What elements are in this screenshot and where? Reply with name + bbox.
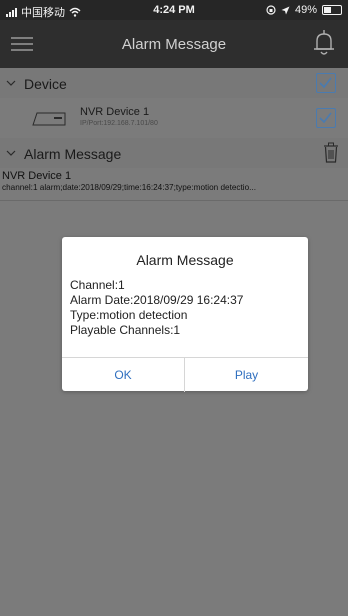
device-checkbox[interactable] [316,108,336,128]
ok-button[interactable]: OK [62,358,185,392]
bell-icon[interactable] [310,28,338,58]
battery-icon [322,5,342,15]
alarm-section-label: Alarm Message [24,146,122,162]
chevron-down-icon [6,80,16,86]
alarm-list-item[interactable]: NVR Device 1 channel:1 alarm;date:2018/0… [0,168,348,201]
device-section-checkbox[interactable] [316,73,336,93]
play-button[interactable]: Play [185,358,308,392]
dialog-title: Alarm Message [136,252,234,268]
dialog-alarm-date: Alarm Date:2018/09/29 16:24:37 [70,293,244,307]
alarm-detail: channel:1 alarm;date:2018/09/29;time:16:… [2,183,256,192]
dialog-playable-channels: Playable Channels:1 [70,323,181,337]
checkmark-icon [319,112,332,124]
status-bar: 中国移动 4:24 PM 49% [0,0,348,20]
trash-icon[interactable] [322,142,340,164]
nav-bar: Alarm Message [0,20,348,68]
location-icon [281,6,290,14]
nvr-device-icon [32,112,66,126]
battery-percent: 49% [294,4,317,16]
device-section-header[interactable]: Device [0,68,348,99]
dialog-button-bar: OK Play [62,357,308,392]
alarm-dialog: Alarm Message Channel:1 Alarm Date:2018/… [62,237,308,392]
device-section-label: Device [24,76,67,92]
alarm-device-name: NVR Device 1 [2,170,72,182]
dialog-type: Type:motion detection [70,308,188,322]
alarm-section-header[interactable]: Alarm Message [0,138,348,169]
device-row[interactable]: NVR Device 1 IP/Port:192.168.7.101/80 [0,98,348,139]
dialog-channel: Channel:1 [70,278,125,292]
checkmark-icon [319,77,332,89]
status-right: 49% [266,4,342,16]
device-name: NVR Device 1 [80,106,150,118]
device-address: IP/Port:192.168.7.101/80 [80,120,158,127]
chevron-down-icon [6,150,16,156]
page-title: Alarm Message [121,36,227,53]
lock-rotation-icon [266,5,276,15]
